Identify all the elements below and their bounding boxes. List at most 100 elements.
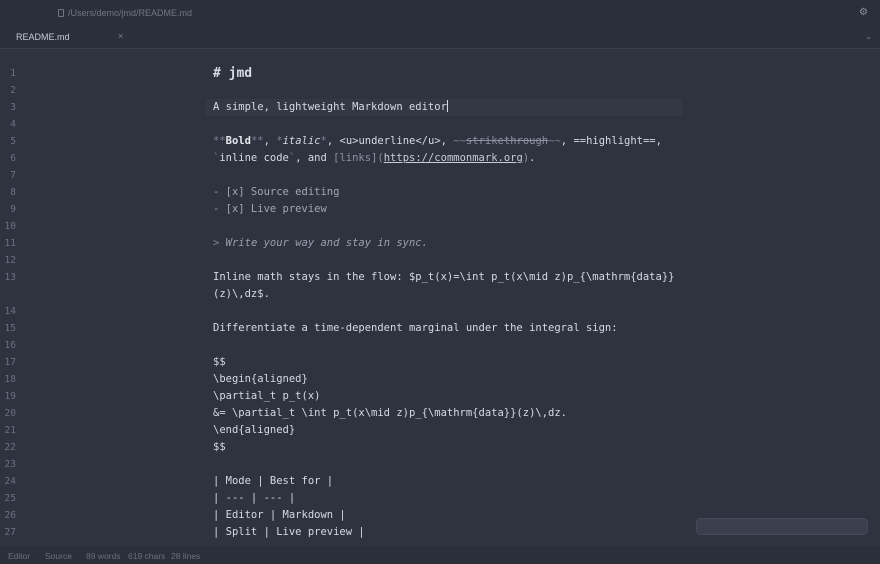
editor-line[interactable]: 9 - [x] Live preview [0,201,880,218]
text-span: | --- | --- | [213,492,296,504]
editor-line[interactable]: 7 [0,167,880,184]
line-number: 22 [4,442,16,453]
line-number: 24 [4,476,16,487]
line-number: 14 [4,306,16,317]
editor-line[interactable]: 5 **Bold**, *italic*, <u>underline</u>, ~… [0,133,880,150]
text-span: ** [213,135,226,147]
text-span: - [x] Live preview [213,203,327,215]
line-number: 25 [4,493,16,504]
editor-line[interactable]: 11 > Write your way and stay in sync. [0,235,880,252]
editor-line[interactable]: 20 &= \partial_t \int p_t(x\mid z)p_{\mat… [0,405,880,422]
editor-line[interactable]: 22 $$ [0,439,880,456]
line-content: A simple, lightweight Markdown editor [213,99,448,116]
line-content: \begin{aligned} [213,371,308,388]
line-content: | --- | --- | [213,490,295,507]
editor-line[interactable]: 17 $$ [0,354,880,371]
editor-line[interactable]: (z)\,dz$. [0,286,880,303]
text-span: , <u>underline</u>, [326,135,454,147]
text-span: inline code [219,152,289,164]
text-span: \partial_t p_t(x) [213,390,321,402]
editor-line[interactable]: 8 - [x] Source editing [0,184,880,201]
gear-icon[interactable]: ⚙ [859,7,868,18]
text-span: [links] [333,152,378,164]
text-span: > [213,237,226,249]
text-span: \end{aligned} [213,424,296,436]
line-number: 5 [10,136,16,147]
line-number: 7 [10,170,16,181]
editor-line[interactable]: 2 [0,82,880,99]
file-path: /Users/demo/jmd/README.md [58,8,192,18]
editor-line[interactable]: 3 A simple, lightweight Markdown editor [0,99,880,116]
line-number: 2 [10,85,16,96]
text-span: ~~ [548,135,561,147]
status-words: 89 words [86,551,121,561]
editor-line[interactable]: 10 [0,218,880,235]
editor-line[interactable]: 23 [0,456,880,473]
editor-line[interactable]: 6 `inline code`, and [links](https://comm… [0,150,880,167]
line-content: | Split | Live preview | [213,524,365,541]
editor-line[interactable]: 25 | --- | --- | [0,490,880,507]
line-number: 18 [4,374,16,385]
editor-line[interactable]: 1 # jmd [0,65,880,82]
text-span: italic [282,135,321,147]
editor-line[interactable]: 15 Differentiate a time-dependent margina… [0,320,880,337]
document-icon [58,9,64,17]
editor-line[interactable]: 12 [0,252,880,269]
line-content: - [x] Live preview [213,201,327,218]
line-content: | Mode | Best for | [213,473,333,490]
line-number: 20 [4,408,16,419]
text-span: , [263,135,277,147]
editor-line[interactable]: 24 | Mode | Best for | [0,473,880,490]
text-span: A simple, lightweight Markdown editor [213,101,447,113]
line-number: 21 [4,425,16,436]
floating-input[interactable] [696,518,868,535]
status-view[interactable]: Source [45,551,72,561]
line-number: 17 [4,357,16,368]
text-span: https://commonmark.org [383,152,523,164]
editor-line[interactable]: 21 \end{aligned} [0,422,880,439]
editor-line[interactable]: 13 Inline math stays in the flow: $p_t(x)… [0,269,880,286]
text-span: (z)\,dz$. [213,288,270,300]
line-number: 27 [4,527,16,538]
line-content: > Write your way and stay in sync. [213,235,428,252]
tab-bar: README.md × ⌄ [0,26,880,49]
line-number: 19 [4,391,16,402]
line-number: 12 [4,255,16,266]
editor-line[interactable]: 14 [0,303,880,320]
line-content: Inline math stays in the flow: $p_t(x)=\… [213,269,674,286]
tab-label: README.md [16,32,70,42]
line-number: 6 [10,153,16,164]
editor-line[interactable]: 16 [0,337,880,354]
line-content: &= \partial_t \int p_t(x\mid z)p_{\mathr… [213,405,567,422]
editor-line[interactable]: 4 [0,116,880,133]
editor[interactable]: 1 # jmd 2 3 A simple, lightweight Markdown e… [0,49,880,546]
editor-line[interactable]: 19 \partial_t p_t(x) [0,388,880,405]
line-content: \partial_t p_t(x) [213,388,320,405]
text-span: | Editor | Markdown | [213,509,346,521]
line-number: 4 [10,119,16,130]
line-content: Differentiate a time-dependent marginal … [213,320,618,337]
line-number: 16 [4,340,16,351]
line-number: 10 [4,221,16,232]
file-path-text: /Users/demo/jmd/README.md [68,8,193,18]
text-span: strikethrough [465,135,549,147]
title-bar: /Users/demo/jmd/README.md ⚙ [0,0,880,26]
line-number: 23 [4,459,16,470]
line-number: 15 [4,323,16,334]
text-span: . [529,152,536,164]
text-cursor [446,100,448,112]
line-number: 26 [4,510,16,521]
text-span: # jmd [213,66,253,81]
close-icon[interactable]: × [118,31,123,41]
tab-readme[interactable]: README.md × [0,26,130,48]
text-span: ** [250,135,264,147]
text-span: Write your way and stay in sync. [225,237,428,249]
text-span: | Split | Live preview | [213,526,365,538]
text-span: Differentiate a time-dependent marginal … [213,322,618,334]
status-mode[interactable]: Editor [8,551,30,561]
line-content: | Editor | Markdown | [213,507,346,524]
status-chars: 619 chars [128,551,166,561]
editor-line[interactable]: 18 \begin{aligned} [0,371,880,388]
chevron-down-icon[interactable]: ⌄ [865,32,872,41]
text-span: , and [295,152,334,164]
